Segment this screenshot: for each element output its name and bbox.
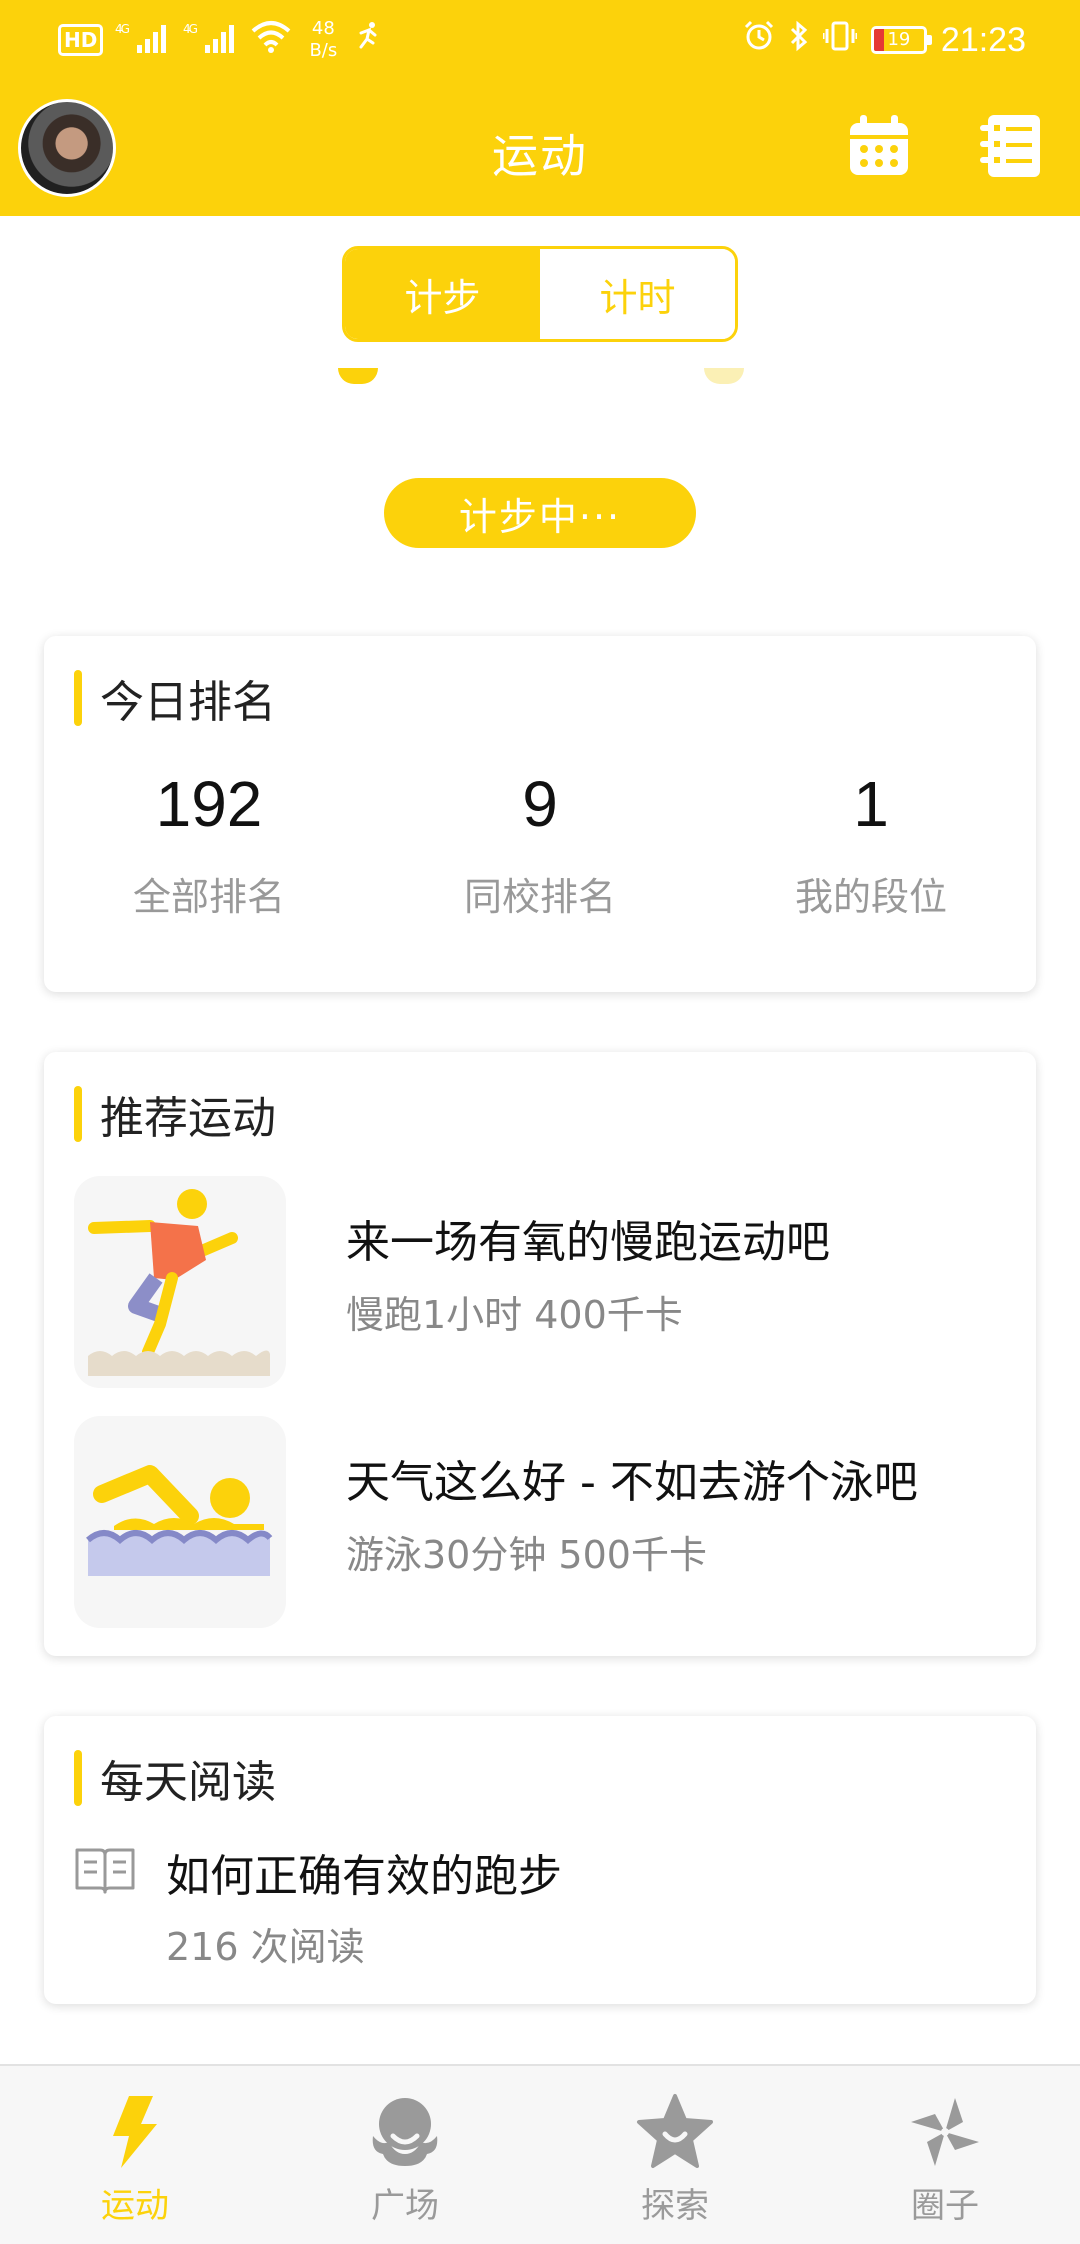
title-accent-bar — [74, 670, 82, 726]
list-item-subtitle: 游泳30分钟 500千卡 — [346, 1533, 707, 1577]
rank-overall-label: 全部排名 — [132, 875, 285, 919]
nav-label: 探索 — [641, 2186, 709, 2226]
progress-indicator-active — [338, 368, 378, 384]
daily-reading-title: 每天阅读 — [74, 1750, 276, 1808]
status-time: 21:23 — [940, 20, 1026, 59]
plaza-icon — [365, 2092, 445, 2172]
signal-icon: 4G — [115, 21, 171, 60]
today-ranking-title-text: 今日排名 — [100, 677, 276, 728]
recommended-card: 推荐运动 来一场有氧的慢跑运动吧 慢跑1小时 400千卡 天气这么好 - 不如去… — [44, 1052, 1036, 1656]
calendar-icon[interactable] — [846, 113, 912, 179]
runner-icon — [74, 1176, 286, 1388]
title-accent-bar — [74, 1086, 82, 1142]
rank-level-label: 我的段位 — [794, 875, 947, 919]
nav-item-sport[interactable]: 运动 — [0, 2066, 270, 2244]
book-icon — [74, 1846, 136, 1896]
daily-reading-card: 每天阅读 如何正确有效的跑步 216 次阅读 — [44, 1716, 1036, 2004]
pinwheel-icon — [905, 2092, 985, 2172]
step-counting-button[interactable]: 计步中··· — [384, 478, 696, 548]
page-title: 运动 — [492, 129, 588, 183]
net-speed: 48 B/s — [303, 18, 343, 62]
signal-icon-2: 4G — [183, 21, 239, 60]
bluetooth-icon — [789, 20, 809, 60]
net-speed-value: 48 — [311, 18, 335, 39]
rank-overall[interactable]: 192 全部排名 — [44, 764, 374, 921]
rank-school-label: 同校排名 — [463, 875, 616, 919]
rank-level[interactable]: 1 我的段位 — [706, 764, 1036, 921]
list-item-title: 来一场有氧的慢跑运动吧 — [346, 1217, 830, 1268]
swimmer-icon — [74, 1416, 286, 1628]
wifi-icon — [251, 19, 291, 61]
alarm-icon — [743, 20, 775, 60]
nav-item-explore[interactable]: 探索 — [540, 2066, 810, 2244]
today-ranking-card: 今日排名 192 全部排名 9 同校排名 1 我的段位 — [44, 636, 1036, 992]
nav-label: 广场 — [371, 2186, 439, 2226]
signal-1-label: 4G — [115, 22, 130, 36]
today-ranking-title: 今日排名 — [74, 670, 276, 728]
list-item-jogging[interactable]: 来一场有氧的慢跑运动吧 慢跑1小时 400千卡 — [74, 1176, 1014, 1388]
list-item-title: 天气这么好 - 不如去游个泳吧 — [346, 1457, 918, 1508]
list-icon[interactable] — [978, 113, 1044, 179]
nav-item-plaza[interactable]: 广场 — [270, 2066, 540, 2244]
mode-segmented-control: 计步 计时 — [342, 246, 738, 342]
nav-label: 圈子 — [911, 2186, 979, 2226]
app-header: HD 4G 4G 48 B/s 19 21:23 运动 — [0, 0, 1080, 216]
status-left: HD 4G 4G 48 B/s — [58, 18, 381, 62]
nav-item-circle[interactable]: 圈子 — [810, 2066, 1080, 2244]
title-accent-bar — [74, 1750, 82, 1806]
vibrate-icon — [821, 20, 859, 60]
net-speed-unit: B/s — [309, 40, 338, 61]
status-right: 19 21:23 — [743, 20, 1026, 60]
battery-icon: 19 — [870, 26, 932, 54]
lightning-icon — [95, 2092, 175, 2172]
hd-badge: HD — [58, 24, 104, 56]
battery-level: 19 — [887, 29, 911, 50]
rank-overall-value: 192 — [155, 768, 263, 840]
bottom-nav: 运动 广场 探索 圈子 — [0, 2064, 1080, 2244]
recommended-title-text: 推荐运动 — [100, 1093, 276, 1144]
rank-level-value: 1 — [853, 768, 889, 840]
rank-school[interactable]: 9 同校排名 — [375, 764, 705, 921]
read-count: 216 次阅读 — [166, 1925, 365, 1969]
list-item-subtitle: 慢跑1小时 400千卡 — [346, 1293, 683, 1337]
list-item-swimming[interactable]: 天气这么好 - 不如去游个泳吧 游泳30分钟 500千卡 — [74, 1416, 1014, 1628]
rank-school-value: 9 — [522, 768, 558, 840]
tab-timer[interactable]: 计时 — [540, 249, 735, 339]
nav-label: 运动 — [101, 2186, 169, 2226]
running-status-icon — [355, 21, 381, 59]
daily-reading-title-text: 每天阅读 — [100, 1757, 276, 1808]
signal-2-label: 4G — [183, 22, 198, 36]
progress-indicator-inactive — [704, 368, 744, 384]
tab-step-count[interactable]: 计步 — [345, 249, 540, 339]
status-bar: HD 4G 4G 48 B/s 19 21:23 — [0, 0, 1080, 80]
star-icon — [635, 2092, 715, 2172]
recommended-title: 推荐运动 — [74, 1086, 276, 1144]
article-title[interactable]: 如何正确有效的跑步 — [166, 1840, 562, 1904]
